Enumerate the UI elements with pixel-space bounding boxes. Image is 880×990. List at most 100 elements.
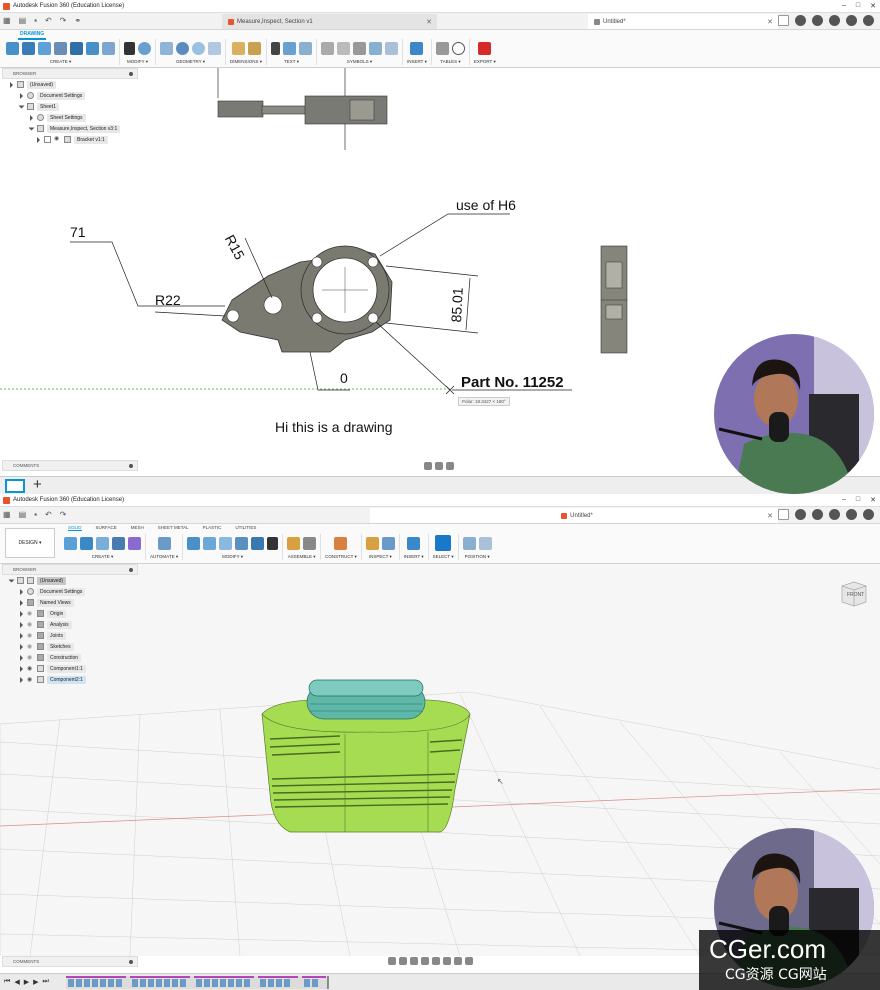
grid-menu-icon[interactable]: ▦ bbox=[3, 16, 11, 25]
browser-item-root[interactable]: (Unsaved) bbox=[2, 575, 138, 586]
eye-icon[interactable]: ◉ bbox=[27, 632, 34, 639]
help-icon[interactable] bbox=[846, 15, 857, 26]
play-icon[interactable]: ▶ bbox=[24, 978, 29, 986]
tab-solid[interactable]: SOLID bbox=[68, 525, 82, 531]
redo-icon[interactable]: ↷ bbox=[60, 510, 67, 519]
pan-icon[interactable] bbox=[410, 957, 418, 965]
grid-menu-icon[interactable]: ▦ bbox=[3, 510, 11, 519]
zoom-window-icon[interactable] bbox=[435, 462, 443, 470]
group-text[interactable]: TEXT ▾ bbox=[267, 39, 318, 65]
eye-icon[interactable]: ◉ bbox=[54, 136, 61, 143]
browser-item-sheet1[interactable]: Sheet1 bbox=[2, 101, 138, 112]
viewcube[interactable]: FRONT bbox=[838, 578, 868, 608]
eye-icon[interactable]: ◉ bbox=[27, 621, 34, 628]
avatar[interactable] bbox=[863, 509, 874, 520]
browser-item-document-settings[interactable]: Document Settings bbox=[2, 90, 138, 101]
minimize-icon[interactable]: – bbox=[842, 496, 846, 504]
group-automate[interactable]: AUTOMATE ▾ bbox=[146, 534, 184, 560]
undo-icon[interactable]: ↶ bbox=[45, 16, 52, 25]
eye-icon[interactable]: ◉ bbox=[27, 654, 34, 661]
tab-plastic[interactable]: PLASTIC bbox=[203, 525, 222, 531]
browser-item-bracket[interactable]: ◉ Bracket v1:1 bbox=[2, 134, 138, 145]
close-icon[interactable]: ✕ bbox=[870, 2, 876, 10]
comments-panel[interactable]: COMMENTS bbox=[2, 460, 138, 471]
group-insert[interactable]: INSERT ▾ bbox=[400, 534, 429, 560]
close-tab-icon[interactable]: ✕ bbox=[767, 512, 773, 520]
browser-item-sheet-settings[interactable]: Sheet Settings bbox=[2, 112, 138, 123]
link-icon[interactable]: ⚭ bbox=[74, 16, 81, 25]
save-icon[interactable]: ▪ bbox=[34, 510, 37, 519]
maximize-icon[interactable]: □ bbox=[856, 2, 860, 10]
file-icon[interactable]: ▤ bbox=[19, 16, 27, 25]
dimension-85-01[interactable]: 85.01 bbox=[448, 287, 466, 323]
notifications-icon[interactable] bbox=[829, 15, 840, 26]
tab-surface[interactable]: SURFACE bbox=[96, 525, 117, 531]
eye-icon[interactable]: ◉ bbox=[27, 665, 34, 672]
look-at-icon[interactable] bbox=[399, 957, 407, 965]
display-settings-icon[interactable] bbox=[443, 957, 451, 965]
group-export[interactable]: EXPORT ▾ bbox=[470, 39, 500, 65]
new-tab-icon[interactable] bbox=[778, 15, 789, 26]
add-sheet-icon[interactable]: + bbox=[33, 476, 42, 493]
extensions-icon[interactable] bbox=[795, 15, 806, 26]
tab-utilities[interactable]: UTILITIES bbox=[235, 525, 256, 531]
orbit-icon[interactable] bbox=[388, 957, 396, 965]
timeline-features[interactable] bbox=[66, 976, 336, 989]
eye-icon[interactable]: ◉ bbox=[27, 643, 34, 650]
close-tab-icon[interactable]: ✕ bbox=[426, 18, 432, 26]
browser-item-construction[interactable]: ◉ Construction bbox=[2, 652, 138, 663]
save-icon[interactable]: ▪ bbox=[34, 16, 37, 25]
group-create[interactable]: CREATE ▾ bbox=[60, 534, 146, 560]
grid-settings-icon[interactable] bbox=[454, 957, 462, 965]
browser-item-document-settings[interactable]: Document Settings bbox=[2, 586, 138, 597]
fit-icon[interactable] bbox=[432, 957, 440, 965]
design-workspace-button[interactable]: DESIGN ▾ bbox=[5, 528, 55, 558]
dimension-71[interactable]: 71 bbox=[70, 224, 86, 240]
browser-item-named-views[interactable]: Named Views bbox=[2, 597, 138, 608]
zoom-icon[interactable] bbox=[446, 462, 454, 470]
eye-icon[interactable]: ◉ bbox=[27, 610, 34, 617]
step-forward-icon[interactable]: ▶ bbox=[33, 978, 38, 986]
group-symbols[interactable]: SYMBOLS ▾ bbox=[317, 39, 404, 65]
browser-item-component2[interactable]: ◉ Component2:1 bbox=[2, 674, 138, 685]
browser-item-sketches[interactable]: ◉ Sketches bbox=[2, 641, 138, 652]
group-select[interactable]: SELECT ▾ bbox=[429, 534, 459, 560]
browser-item-joints[interactable]: ◉ Joints bbox=[2, 630, 138, 641]
group-geometry[interactable]: GEOMETRY ▾ bbox=[156, 39, 226, 65]
tab-sheet-metal[interactable]: SHEET METAL bbox=[158, 525, 189, 531]
browser-item-root[interactable]: (Unsaved) bbox=[2, 79, 138, 90]
close-icon[interactable]: ✕ bbox=[870, 496, 876, 504]
dimension-r22[interactable]: R22 bbox=[155, 292, 181, 308]
note-use-of-h6[interactable]: use of H6 bbox=[456, 197, 516, 213]
checkbox-icon[interactable] bbox=[44, 136, 51, 143]
group-insert[interactable]: INSERT ▾ bbox=[403, 39, 432, 65]
new-tab-icon[interactable] bbox=[778, 509, 789, 520]
drawing-caption[interactable]: Hi this is a drawing bbox=[275, 419, 393, 435]
group-tables[interactable]: TABLES ▾ bbox=[432, 39, 470, 65]
group-create[interactable]: CREATE ▾ bbox=[2, 39, 120, 65]
redo-icon[interactable]: ↷ bbox=[60, 16, 67, 25]
browser-item-view[interactable]: Measure,Inspect, Section v3:1 bbox=[2, 123, 138, 134]
go-to-start-icon[interactable]: ⏮ bbox=[4, 978, 10, 986]
tab-mesh[interactable]: MESH bbox=[131, 525, 144, 531]
sheet-thumbnail[interactable] bbox=[5, 479, 25, 493]
comments-panel[interactable]: COMMENTS bbox=[2, 956, 138, 967]
step-back-icon[interactable]: ◀ bbox=[14, 978, 19, 986]
tab-untitled[interactable]: Untitled* ✕ bbox=[588, 14, 778, 29]
group-position[interactable]: POSITION ▾ bbox=[459, 534, 496, 560]
job-status-icon[interactable] bbox=[812, 15, 823, 26]
extensions-icon[interactable] bbox=[795, 509, 806, 520]
notifications-icon[interactable] bbox=[829, 509, 840, 520]
close-tab-icon[interactable]: ✕ bbox=[767, 18, 773, 26]
dimension-zero[interactable]: 0 bbox=[340, 370, 348, 386]
undo-icon[interactable]: ↶ bbox=[45, 510, 52, 519]
browser-header[interactable]: BROWSER bbox=[2, 564, 138, 575]
group-construct[interactable]: CONSTRUCT ▾ bbox=[321, 534, 362, 560]
go-to-end-icon[interactable]: ⏭ bbox=[42, 978, 48, 986]
note-part-number[interactable]: Part No. 11252 bbox=[461, 374, 564, 391]
group-modify[interactable]: MODIFY ▾ bbox=[183, 534, 284, 560]
help-icon[interactable] bbox=[846, 509, 857, 520]
group-modify[interactable]: MODIFY ▾ bbox=[120, 39, 156, 65]
minimize-icon[interactable]: – bbox=[842, 2, 846, 10]
eye-icon[interactable]: ◉ bbox=[27, 676, 34, 683]
